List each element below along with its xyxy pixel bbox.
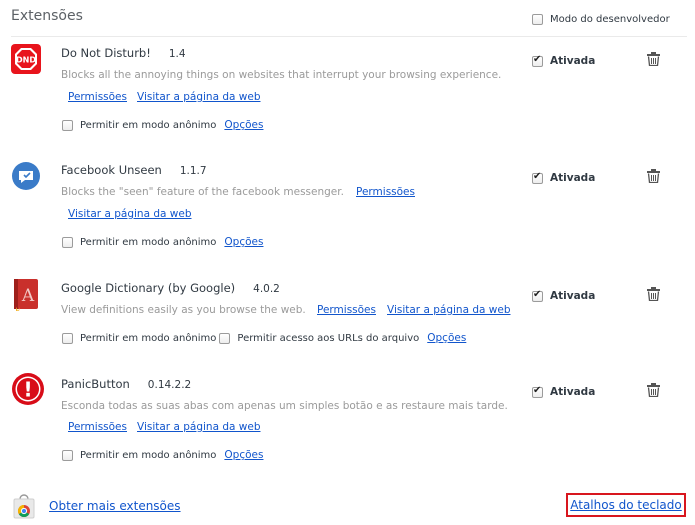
incognito-checkbox[interactable] bbox=[62, 332, 73, 344]
extension-description: Blocks the "seen" feature of the faceboo… bbox=[61, 186, 344, 198]
incognito-option[interactable]: Permitir em modo anônimo Opções bbox=[62, 449, 263, 461]
website-link[interactable]: Visitar a página da web bbox=[68, 208, 192, 220]
extension-name: Do Not Disturb! 1.4 bbox=[61, 46, 186, 60]
website-link[interactable]: Visitar a página da web bbox=[137, 421, 261, 433]
extension-name-text: Do Not Disturb! bbox=[61, 46, 151, 60]
enabled-checkbox[interactable] bbox=[532, 289, 543, 302]
dnd-icon: DND bbox=[11, 44, 41, 74]
enabled-toggle[interactable]: Ativada bbox=[532, 171, 596, 184]
permissions-link[interactable]: Permissões bbox=[68, 421, 127, 433]
page-title: Extensões bbox=[11, 8, 83, 24]
enabled-checkbox[interactable] bbox=[532, 54, 543, 67]
extension-description: View definitions easily as you browse th… bbox=[61, 304, 306, 316]
extension-version: 4.0.2 bbox=[253, 283, 280, 295]
dictionary-icon-text: A bbox=[21, 286, 35, 306]
trash-icon[interactable] bbox=[647, 286, 660, 302]
keyboard-shortcuts-highlight: Atalhos do teclado bbox=[566, 493, 686, 517]
header-divider bbox=[11, 36, 687, 37]
extension-description: Blocks all the annoying things on websit… bbox=[61, 69, 502, 81]
panic-button-icon: ! bbox=[11, 372, 45, 406]
file-urls-checkbox[interactable] bbox=[219, 332, 231, 344]
options-link[interactable]: Opções bbox=[224, 119, 263, 131]
facebook-unseen-icon bbox=[11, 161, 41, 191]
enabled-label: Ativada bbox=[550, 386, 596, 398]
incognito-label: Permitir em modo anônimo bbox=[80, 119, 217, 131]
developer-mode-toggle[interactable]: Modo do desenvolvedor bbox=[532, 14, 670, 25]
extension-name-text: PanicButton bbox=[61, 377, 130, 391]
extension-version: 1.4 bbox=[168, 48, 186, 60]
incognito-option[interactable]: Permitir em modo anônimo Permitir acesso… bbox=[62, 332, 466, 344]
extension-item: DND Do Not Disturb! 1.4 Blocks all the an… bbox=[0, 44, 695, 144]
trash-icon[interactable] bbox=[647, 168, 660, 184]
enabled-label: Ativada bbox=[550, 290, 596, 302]
enabled-checkbox[interactable] bbox=[532, 171, 543, 184]
options-link[interactable]: Opções bbox=[224, 449, 263, 461]
permissions-link[interactable]: Permissões bbox=[317, 304, 376, 316]
web-store-icon[interactable] bbox=[13, 493, 35, 519]
developer-mode-label: Modo do desenvolvedor bbox=[550, 14, 670, 25]
incognito-label: Permitir em modo anônimo bbox=[80, 236, 217, 248]
enabled-toggle[interactable]: Ativada bbox=[532, 385, 596, 398]
dnd-icon-text: DND bbox=[16, 56, 36, 65]
panic-icon-text: ! bbox=[23, 378, 32, 402]
extension-version: 0.14.2.2 bbox=[147, 379, 192, 391]
incognito-option[interactable]: Permitir em modo anônimo Opções bbox=[62, 236, 263, 248]
extension-name: Facebook Unseen 1.1.7 bbox=[61, 163, 207, 177]
extension-name-text: Google Dictionary (by Google) bbox=[61, 281, 236, 295]
keyboard-shortcuts-link[interactable]: Atalhos do teclado bbox=[570, 498, 682, 512]
website-link[interactable]: Visitar a página da web bbox=[137, 91, 261, 103]
incognito-checkbox[interactable] bbox=[62, 449, 73, 461]
enabled-label: Ativada bbox=[550, 55, 596, 67]
trash-icon[interactable] bbox=[647, 51, 660, 67]
incognito-checkbox[interactable] bbox=[62, 236, 73, 248]
incognito-option[interactable]: Permitir em modo anônimo Opções bbox=[62, 119, 263, 131]
options-link[interactable]: Opções bbox=[224, 236, 263, 248]
incognito-checkbox[interactable] bbox=[62, 119, 73, 131]
enabled-checkbox[interactable] bbox=[532, 385, 543, 398]
enabled-toggle[interactable]: Ativada bbox=[532, 289, 596, 302]
extension-name: Google Dictionary (by Google) 4.0.2 bbox=[61, 281, 280, 295]
get-more-extensions-link[interactable]: Obter mais extensões bbox=[49, 499, 181, 513]
extension-item: ! PanicButton 0.14.2.2 Esconda todas as s… bbox=[0, 372, 695, 475]
permissions-link[interactable]: Permissões bbox=[68, 91, 127, 103]
extension-name-text: Facebook Unseen bbox=[61, 163, 162, 177]
extension-item: Facebook Unseen 1.1.7 Blocks the "seen" f… bbox=[0, 161, 695, 261]
extension-version: 1.1.7 bbox=[179, 165, 207, 177]
trash-icon[interactable] bbox=[647, 382, 660, 398]
options-link[interactable]: Opções bbox=[427, 332, 466, 344]
extension-item: A Google Dictionary (by Google) 4.0.2 Vie… bbox=[0, 279, 695, 379]
incognito-label: Permitir em modo anônimo bbox=[80, 332, 217, 344]
enabled-label: Ativada bbox=[550, 172, 596, 184]
enabled-toggle[interactable]: Ativada bbox=[532, 54, 596, 67]
file-urls-label: Permitir acesso aos URLs do arquivo bbox=[237, 332, 420, 344]
extension-description: Esconda todas as suas abas com apenas um… bbox=[61, 400, 508, 412]
incognito-label: Permitir em modo anônimo bbox=[80, 449, 217, 461]
extension-name: PanicButton 0.14.2.2 bbox=[61, 377, 191, 391]
website-link[interactable]: Visitar a página da web bbox=[387, 304, 511, 316]
permissions-link[interactable]: Permissões bbox=[356, 186, 415, 198]
developer-mode-checkbox[interactable] bbox=[532, 14, 543, 25]
dictionary-icon: A bbox=[11, 277, 41, 311]
